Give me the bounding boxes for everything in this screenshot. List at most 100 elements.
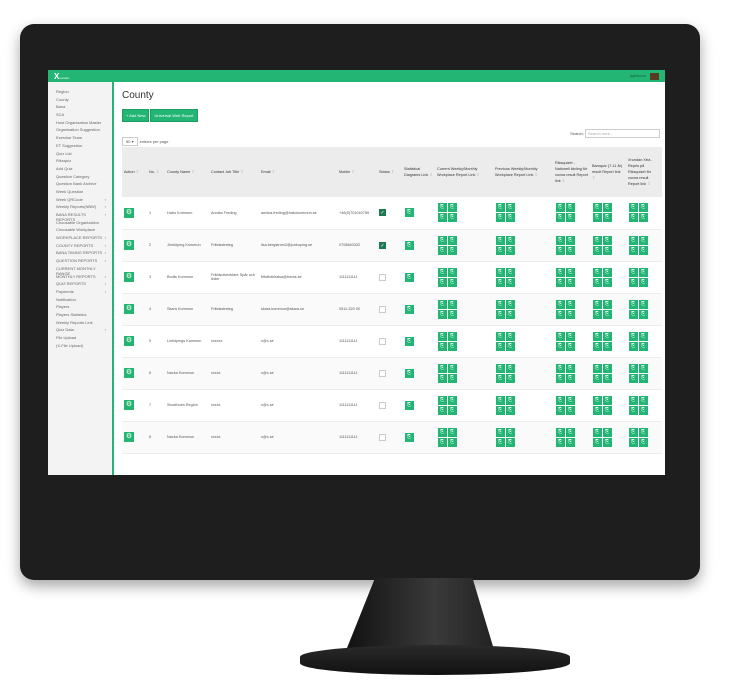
report-link-icon[interactable]: ⎘ xyxy=(495,277,505,287)
report-link-icon[interactable]: ⎘ xyxy=(565,203,575,213)
report-link-icon[interactable]: ⎘ xyxy=(638,309,648,319)
column-header[interactable]: Email ⇕ xyxy=(259,147,337,197)
sidebar-item[interactable]: Exercise Team xyxy=(48,135,112,143)
report-link-icon[interactable]: ⎘ xyxy=(404,304,414,314)
report-link-icon[interactable]: ⎘ xyxy=(437,363,447,373)
settings-gear-icon[interactable]: ⚙ xyxy=(124,240,134,250)
report-link-icon[interactable]: ⎘ xyxy=(495,267,505,277)
report-link-icon[interactable]: ⎘ xyxy=(638,235,648,245)
sidebar-item[interactable]: SCA xyxy=(48,112,112,120)
report-link-icon[interactable]: ⎘ xyxy=(505,299,515,309)
sidebar-item[interactable]: Host Organization Master xyxy=(48,120,112,128)
report-link-icon[interactable]: ⎘ xyxy=(602,235,612,245)
report-link-icon[interactable]: ⎘ xyxy=(447,331,457,341)
report-link-icon[interactable]: ⎘ xyxy=(437,341,447,351)
report-link-icon[interactable]: ⎘ xyxy=(495,245,505,255)
report-link-icon[interactable]: ⎘ xyxy=(555,309,565,319)
report-link-icon[interactable]: ⎘ xyxy=(592,213,602,223)
report-link-icon[interactable]: ⎘ xyxy=(628,331,638,341)
entries-select[interactable]: 50 ▾ xyxy=(122,137,138,146)
sidebar-item[interactable]: BANA TIMING REPORTS › xyxy=(48,250,112,258)
report-link-icon[interactable]: ⎘ xyxy=(628,299,638,309)
report-link-icon[interactable]: ⎘ xyxy=(555,437,565,447)
sidebar-item[interactable]: Players xyxy=(48,304,112,312)
report-link-icon[interactable]: ⎘ xyxy=(628,277,638,287)
report-link-icon[interactable]: ⎘ xyxy=(638,299,648,309)
report-link-icon[interactable]: ⎘ xyxy=(505,213,515,223)
status-checkbox[interactable]: ✓ xyxy=(379,209,386,217)
settings-gear-icon[interactable]: ⚙ xyxy=(124,368,134,378)
status-checkbox[interactable]: ✓ xyxy=(379,241,386,249)
report-link-icon[interactable]: ⎘ xyxy=(592,245,602,255)
sidebar-item[interactable]: (X-File Upload) xyxy=(48,343,112,351)
report-link-icon[interactable]: ⎘ xyxy=(628,203,638,213)
report-link-icon[interactable]: ⎘ xyxy=(602,427,612,437)
settings-gear-icon[interactable]: ⚙ xyxy=(124,272,134,282)
report-link-icon[interactable]: ⎘ xyxy=(447,309,457,319)
report-link-icon[interactable]: ⎘ xyxy=(602,437,612,447)
report-link-icon[interactable]: ⎘ xyxy=(495,395,505,405)
report-link-icon[interactable]: ⎘ xyxy=(592,331,602,341)
report-link-icon[interactable]: ⎘ xyxy=(447,235,457,245)
report-link-icon[interactable]: ⎘ xyxy=(638,203,648,213)
status-checkbox[interactable] xyxy=(379,401,386,409)
report-link-icon[interactable]: ⎘ xyxy=(505,373,515,383)
report-link-icon[interactable]: ⎘ xyxy=(447,245,457,255)
report-link-icon[interactable]: ⎘ xyxy=(592,363,602,373)
column-header[interactable]: Bamquiz (7-11 år) result Report link ⇕ xyxy=(590,147,626,197)
report-link-icon[interactable]: ⎘ xyxy=(447,299,457,309)
report-link-icon[interactable]: ⎘ xyxy=(638,395,648,405)
report-link-icon[interactable]: ⎘ xyxy=(555,235,565,245)
report-link-icon[interactable]: ⎘ xyxy=(447,373,457,383)
report-link-icon[interactable]: ⎘ xyxy=(628,405,638,415)
sidebar-item[interactable]: Choosable Organization xyxy=(48,220,112,228)
report-link-icon[interactable]: ⎘ xyxy=(505,395,515,405)
column-header[interactable]: Previous Weekly/Monthly Workplace Report… xyxy=(493,147,553,197)
column-header[interactable]: Action ⇕ xyxy=(122,147,147,197)
report-link-icon[interactable]: ⎘ xyxy=(505,309,515,319)
report-link-icon[interactable]: ⎘ xyxy=(437,331,447,341)
report-link-icon[interactable]: ⎘ xyxy=(555,405,565,415)
report-link-icon[interactable]: ⎘ xyxy=(638,213,648,223)
report-link-icon[interactable]: ⎘ xyxy=(437,213,447,223)
sidebar-item[interactable]: Riksquiz xyxy=(48,158,112,166)
report-link-icon[interactable]: ⎘ xyxy=(592,427,602,437)
report-link-icon[interactable]: ⎘ xyxy=(638,331,648,341)
report-link-icon[interactable]: ⎘ xyxy=(495,427,505,437)
report-link-icon[interactable]: ⎘ xyxy=(602,363,612,373)
report-link-icon[interactable]: ⎘ xyxy=(638,245,648,255)
report-link-icon[interactable]: ⎘ xyxy=(505,437,515,447)
column-header[interactable]: Mobile ⇕ xyxy=(337,147,377,197)
sidebar-item[interactable]: Organisation Suggestion xyxy=(48,127,112,135)
report-link-icon[interactable]: ⎘ xyxy=(495,203,505,213)
report-link-icon[interactable]: ⎘ xyxy=(555,213,565,223)
report-link-icon[interactable]: ⎘ xyxy=(505,363,515,373)
report-link-icon[interactable]: ⎘ xyxy=(602,309,612,319)
report-link-icon[interactable]: ⎘ xyxy=(495,373,505,383)
sidebar-item[interactable]: Question Bank Archive xyxy=(48,181,112,189)
report-link-icon[interactable]: ⎘ xyxy=(592,277,602,287)
status-checkbox[interactable] xyxy=(379,273,386,281)
report-link-icon[interactable]: ⎘ xyxy=(447,267,457,277)
sidebar-item[interactable]: QUIZ REPORTS › xyxy=(48,281,112,289)
sidebar-item[interactable]: Quiz List xyxy=(48,151,112,159)
report-link-icon[interactable]: ⎘ xyxy=(437,373,447,383)
report-link-icon[interactable]: ⎘ xyxy=(555,373,565,383)
report-link-icon[interactable]: ⎘ xyxy=(565,363,575,373)
settings-gear-icon[interactable]: ⚙ xyxy=(124,336,134,346)
sidebar-item[interactable]: Weekly Reports(NBW) › xyxy=(48,204,112,212)
column-header[interactable]: Xrundan Xtra - Repris på Riksquizet för … xyxy=(626,147,662,197)
report-link-icon[interactable]: ⎘ xyxy=(565,341,575,351)
report-link-icon[interactable]: ⎘ xyxy=(404,272,414,282)
report-link-icon[interactable]: ⎘ xyxy=(505,331,515,341)
report-link-icon[interactable]: ⎘ xyxy=(592,405,602,415)
sidebar-item[interactable]: Quiz Data › xyxy=(48,327,112,335)
report-link-icon[interactable]: ⎘ xyxy=(638,363,648,373)
report-link-icon[interactable]: ⎘ xyxy=(495,341,505,351)
sidebar-item[interactable]: BANA RESULTS REPORTS › xyxy=(48,212,112,222)
report-link-icon[interactable]: ⎘ xyxy=(437,299,447,309)
report-link-icon[interactable]: ⎘ xyxy=(628,363,638,373)
report-link-icon[interactable]: ⎘ xyxy=(495,331,505,341)
report-link-icon[interactable]: ⎘ xyxy=(495,405,505,415)
report-link-icon[interactable]: ⎘ xyxy=(602,203,612,213)
